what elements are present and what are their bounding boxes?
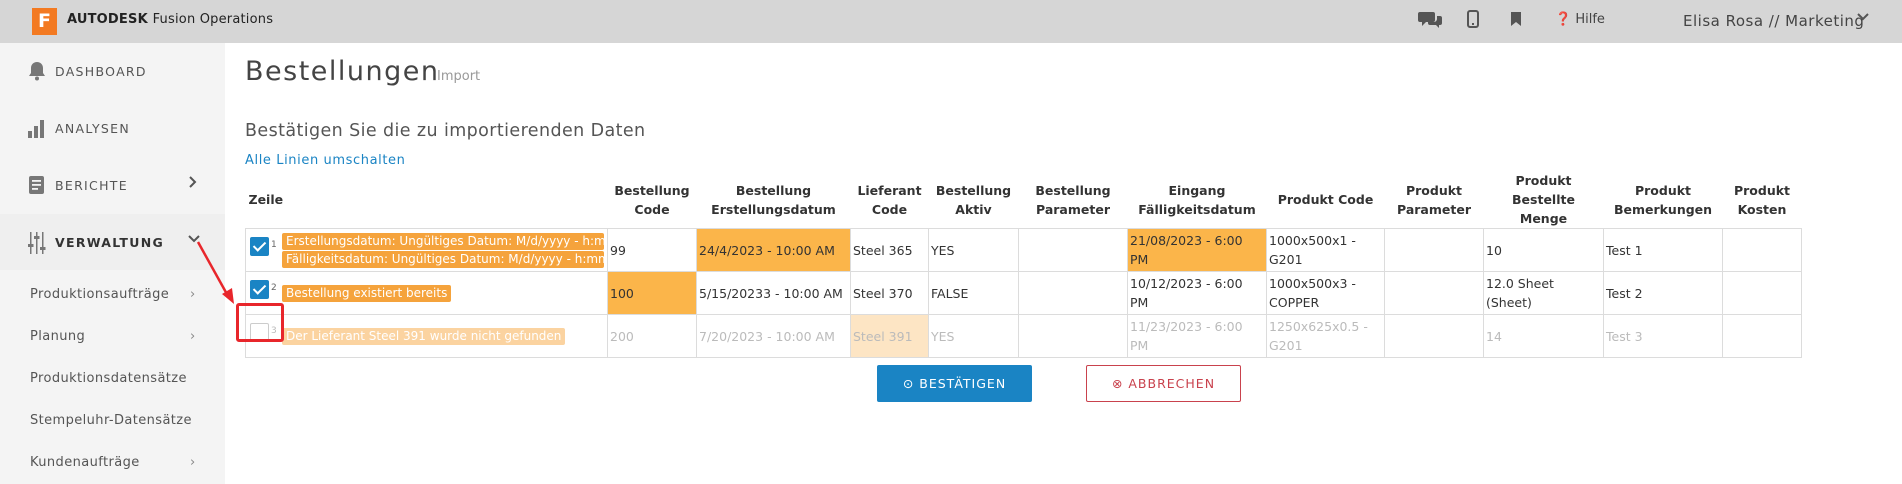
cell-qty: 12.0 Sheet (Sheet) <box>1483 271 1604 315</box>
cell-remarks: Test 2 <box>1603 271 1723 315</box>
cell-created: 7/20/2023 - 10:00 AM <box>696 314 851 358</box>
cell-params <box>1018 271 1128 315</box>
bell-icon <box>28 61 46 86</box>
cell-supplier: Steel 365 <box>850 228 929 272</box>
row-checkbox[interactable] <box>250 237 269 256</box>
cell-active: YES <box>928 228 1019 272</box>
table-header-row: Zeile Bestellung Code Bestellung Erstellun… <box>246 171 1802 229</box>
col-header-bestellung-aktiv: Bestellung Aktiv <box>935 182 1012 217</box>
cell-code: 100 <box>607 271 697 315</box>
sidebar-item-berichte[interactable]: BERICHTE <box>0 157 225 213</box>
cell-params <box>1018 314 1128 358</box>
row-zeile-cell: 1 Erstellungsdatum: Ungültiges Datum: M/… <box>245 228 608 272</box>
help-icon: ❓ <box>1555 12 1572 27</box>
cell-active: FALSE <box>928 271 1019 315</box>
annotation-highlight-box <box>236 303 284 342</box>
cell-qty: 10 <box>1483 228 1604 272</box>
cell-params <box>1018 228 1128 272</box>
cell-due: 21/08/2023 - 6:00 PM <box>1127 228 1267 272</box>
col-header-bestellte-menge: Produkt Bestellte Menge <box>1512 173 1575 226</box>
table-row: 1 Erstellungsdatum: Ungültiges Datum: M/… <box>245 228 1802 272</box>
cell-supplier: Steel 370 <box>850 271 929 315</box>
cell-remarks: Test 1 <box>1603 228 1723 272</box>
cell-supplier: Steel 391 <box>850 314 929 358</box>
confirm-button[interactable]: ⊙ BESTÄTIGEN <box>877 365 1032 402</box>
sidebar-sub-planung[interactable]: Planung <box>30 329 85 344</box>
col-header-faelligkeitsdatum: Eingang Fälligkeitsdatum <box>1138 182 1256 217</box>
table-row: 3 Der Lieferant Steel 391 wurde nicht ge… <box>245 314 1802 358</box>
user-menu[interactable]: Elisa Rosa // Marketing <box>1683 12 1864 30</box>
col-header-zeile: Zeile <box>248 192 284 207</box>
cell-cost <box>1722 228 1802 272</box>
bookmark-icon[interactable] <box>1511 10 1521 32</box>
sidebar-sub-stempeluhr[interactable]: Stempeluhr-Datensätze <box>30 413 192 428</box>
cell-code: 99 <box>607 228 697 272</box>
annotation-arrow-icon <box>196 241 234 304</box>
chevron-down-icon[interactable] <box>1856 10 1870 28</box>
table-row: 2 Bestellung existiert bereits 100 5/15/… <box>245 271 1802 315</box>
cell-product-code: 1250x625x0.5 - G201 <box>1266 314 1385 358</box>
col-header-bestellung-parameter: Bestellung Parameter <box>1035 182 1111 217</box>
error-badge: Bestellung existiert bereits <box>282 285 452 302</box>
cell-product-params <box>1384 314 1484 358</box>
cancel-button[interactable]: ⊗ ABBRECHEN <box>1086 365 1241 402</box>
cell-remarks: Test 3 <box>1603 314 1723 358</box>
row-zeile-cell: 2 Bestellung existiert bereits <box>245 271 608 315</box>
sidebar-item-dashboard[interactable]: DASHBOARD <box>0 43 225 99</box>
col-header-kosten: Produkt Kosten <box>1733 182 1791 217</box>
sidebar-sub-produktionsdatensaetze[interactable]: Produktionsdatensätze <box>30 371 187 386</box>
fusion-logo-icon: F <box>32 8 57 35</box>
section-title: Bestätigen Sie die zu importierenden Dat… <box>245 121 646 141</box>
cell-product-code: 1000x500x1 - G201 <box>1266 228 1385 272</box>
chevron-right-icon <box>188 174 198 194</box>
cell-created: 5/15/20233 - 10:00 AM <box>696 271 851 315</box>
cell-code: 200 <box>607 314 697 358</box>
cell-due: 10/12/2023 - 6:00 PM <box>1127 271 1267 315</box>
page-title: Bestellungen <box>245 56 440 87</box>
help-link[interactable]: ❓ Hilfe <box>1555 12 1605 27</box>
chevron-right-icon: › <box>190 329 196 344</box>
error-badge: Fälligkeitsdatum: Ungültiges Datum: M/d/… <box>282 251 604 268</box>
row-zeile-cell: 3 Der Lieferant Steel 391 wurde nicht ge… <box>245 314 608 358</box>
col-header-bemerkungen: Produkt Bemerkungen <box>1613 182 1713 217</box>
chevron-right-icon: › <box>190 455 196 470</box>
cell-active: YES <box>928 314 1019 358</box>
toggle-all-lines-link[interactable]: Alle Linien umschalten <box>245 153 406 168</box>
brand-name: AUTODESK Fusion Operations <box>67 12 274 27</box>
report-icon <box>28 175 46 200</box>
cell-cost <box>1722 271 1802 315</box>
mobile-icon[interactable] <box>1467 10 1479 32</box>
col-header-produkt-parameter: Produkt Parameter <box>1397 182 1471 217</box>
cell-product-params <box>1384 228 1484 272</box>
row-checkbox[interactable] <box>250 280 269 299</box>
chat-icon[interactable] <box>1418 10 1442 32</box>
top-bar: F AUTODESK Fusion Operations ❓ Hilfe Eli… <box>0 0 1902 43</box>
sidebar-item-analysen[interactable]: ANALYSEN <box>0 100 225 156</box>
cell-created: 24/4/2023 - 10:00 AM <box>696 228 851 272</box>
cell-cost <box>1722 314 1802 358</box>
error-badge: Der Lieferant Steel 391 wurde nicht gefu… <box>282 328 566 345</box>
col-header-lieferant-code: Lieferant Code <box>857 182 922 217</box>
import-table: Zeile Bestellung Code Bestellung Erstellun… <box>245 171 1802 358</box>
col-header-produkt-code: Produkt Code <box>1277 192 1374 207</box>
cell-product-params <box>1384 271 1484 315</box>
cell-qty: 14 <box>1483 314 1604 358</box>
col-header-bestellung-code: Bestellung Code <box>614 182 690 217</box>
col-header-erstellungsdatum: Bestellung Erstellungsdatum <box>711 182 836 217</box>
bar-chart-icon <box>28 118 46 143</box>
sliders-icon <box>28 232 46 259</box>
page-subtitle: Import <box>437 69 481 84</box>
sidebar-sub-kundenauftraege[interactable]: Kundenaufträge <box>30 455 140 470</box>
sidebar-sub-produktionsauftraege[interactable]: Produktionsaufträge <box>30 287 169 302</box>
cell-product-code: 1000x500x3 - COPPER <box>1266 271 1385 315</box>
error-badge: Erstellungsdatum: Ungültiges Datum: M/d/… <box>282 233 604 250</box>
cell-due: 11/23/2023 - 6:00 PM <box>1127 314 1267 358</box>
